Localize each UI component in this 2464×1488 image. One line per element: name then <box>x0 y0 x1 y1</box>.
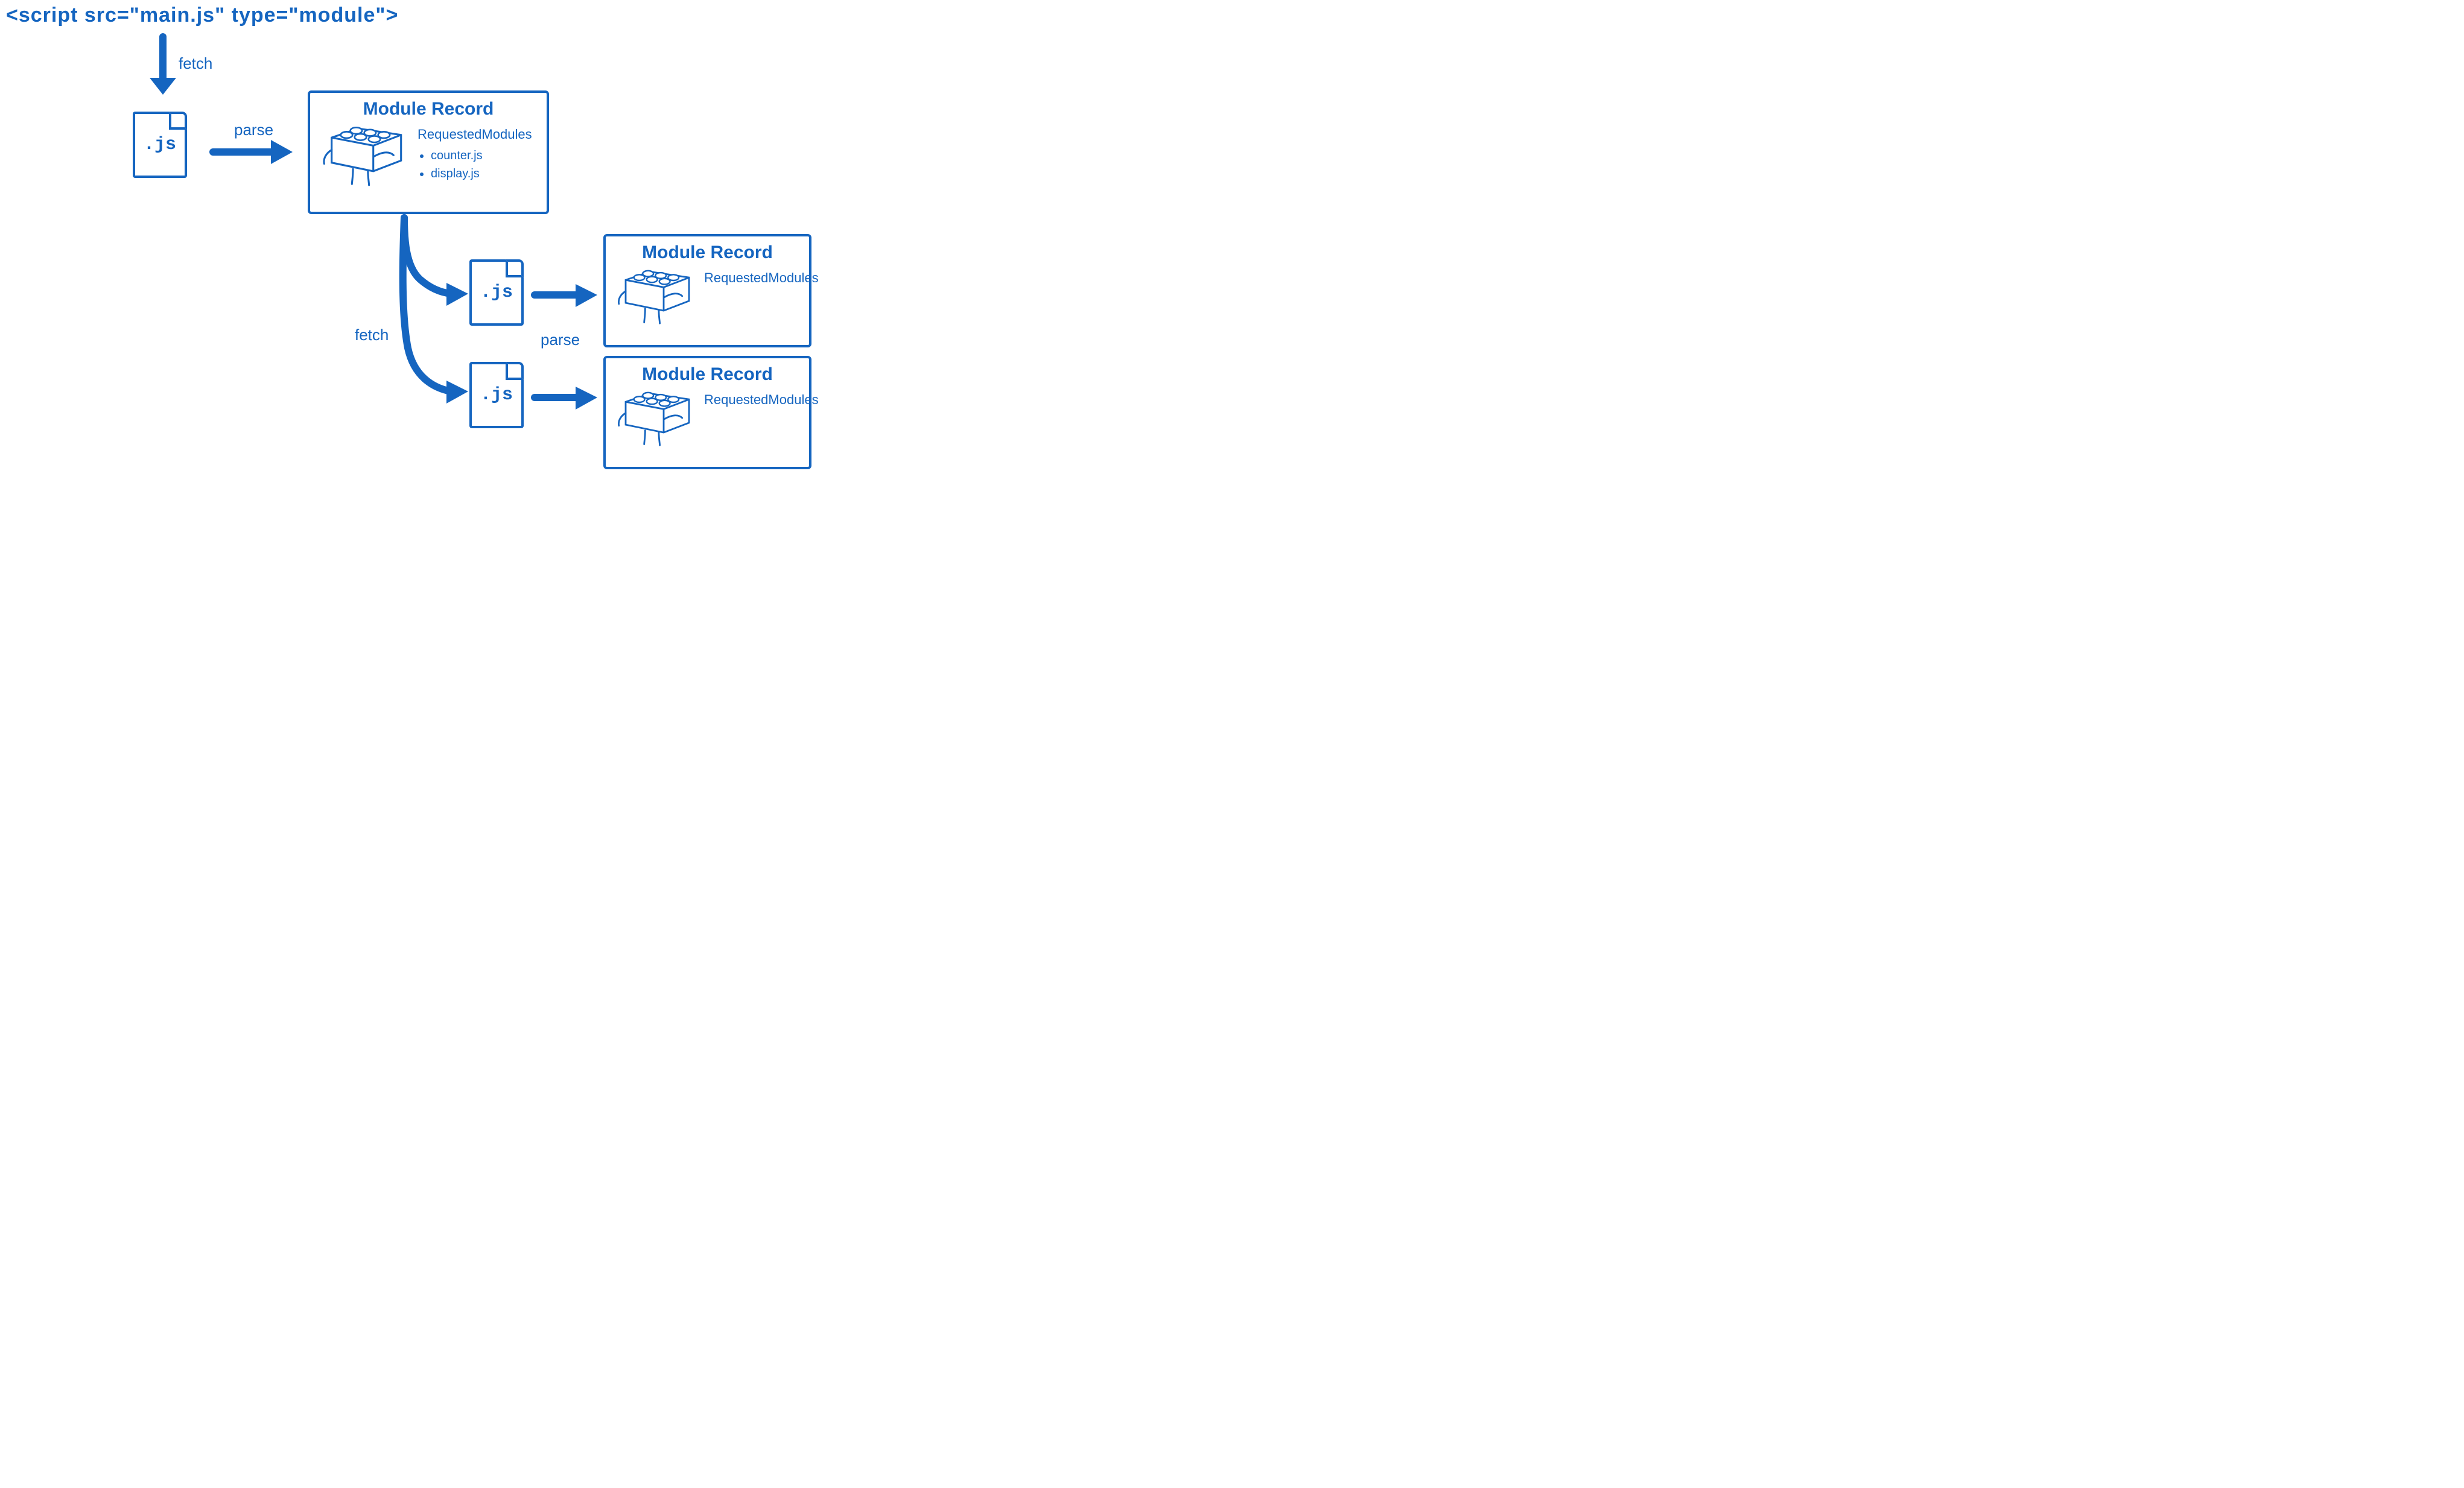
requested-modules-list: RequestedModules <box>704 268 819 288</box>
list-item: display.js <box>431 165 532 183</box>
label-parse-children: parse <box>541 331 580 349</box>
requested-modules-list: RequestedModules <box>704 390 819 410</box>
module-record-title: Module Record <box>615 364 799 385</box>
requested-modules-list: RequestedModules counter.js display.js <box>418 124 532 183</box>
list-item: counter.js <box>431 147 532 165</box>
jsfile-main-icon: .js <box>133 112 187 178</box>
brick-icon <box>320 124 410 194</box>
label-fetch-main: fetch <box>179 54 212 73</box>
arrow-parse-child2-icon <box>531 383 603 413</box>
arrow-parse-main-icon <box>208 134 299 170</box>
module-record-title: Module Record <box>320 99 537 119</box>
module-record-main: Module Record RequestedModules counter.j… <box>308 90 549 214</box>
jsfile-child1-icon: .js <box>469 259 524 326</box>
module-record-child2: Module Record RequestedModules <box>603 356 811 469</box>
label-fetch-children: fetch <box>355 326 389 344</box>
arrow-fetch-children-icon <box>362 214 471 407</box>
module-record-title: Module Record <box>615 242 799 263</box>
arrow-parse-child1-icon <box>531 280 603 311</box>
script-tag-code: <script src="main.js" type="module"> <box>6 4 398 27</box>
jsfile-child2-icon: .js <box>469 362 524 428</box>
brick-icon <box>615 268 697 331</box>
module-record-child1: Module Record RequestedModules <box>603 234 811 347</box>
brick-icon <box>615 390 697 453</box>
